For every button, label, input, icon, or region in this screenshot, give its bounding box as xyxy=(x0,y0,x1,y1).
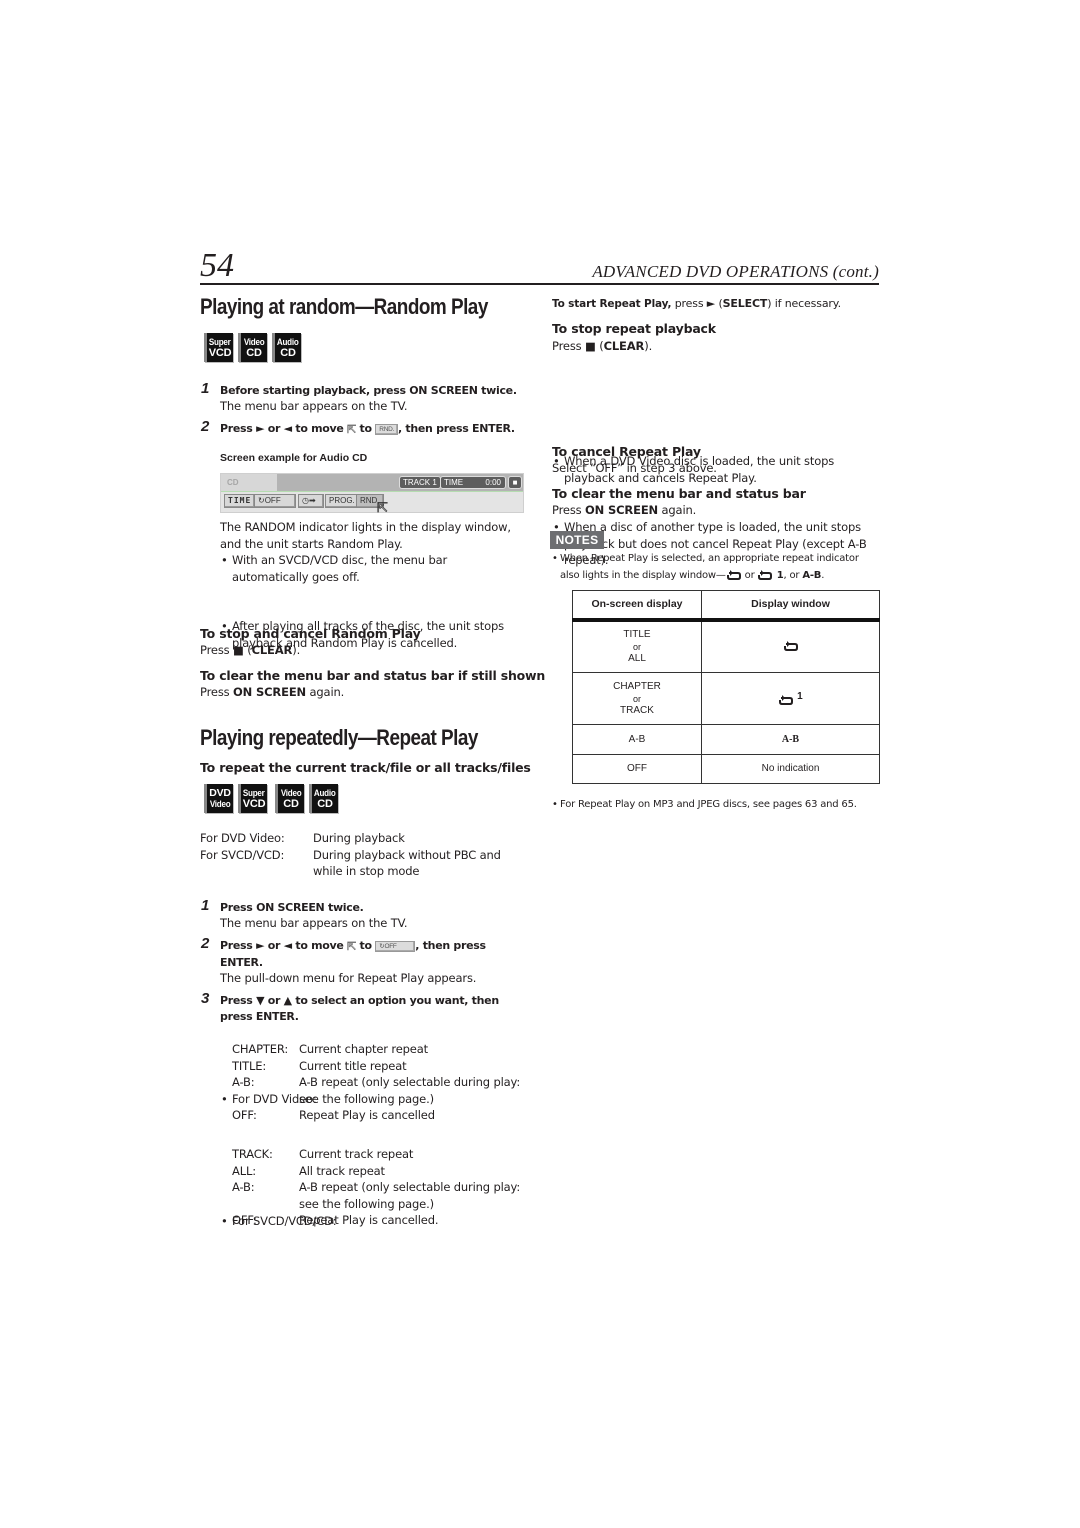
step-instruction: Before starting playback, press ON SCREE… xyxy=(220,384,517,397)
status-bar: CD TRACK 1 TIME 0:00 ■ xyxy=(221,474,523,491)
rnd-button-glyph: RND. xyxy=(375,423,398,435)
note-item: • For Repeat Play on MP3 and JPEG discs, … xyxy=(552,799,857,810)
step-instruction: Press ► or ◄ to move ⇱ to ↻OFF, then pre… xyxy=(220,939,486,953)
table-row: OFF No indication xyxy=(572,754,880,784)
option-row: TRACK: Current track repeat xyxy=(232,1147,414,1161)
step-number: 3 xyxy=(201,990,210,1007)
svcd-disc-icon: Super VCD xyxy=(238,784,267,813)
video-cd-disc-icon: Video CD xyxy=(275,784,304,813)
cursor-icon: ⇱ xyxy=(347,422,357,436)
repeat-icon xyxy=(779,694,794,705)
option-row: ALL: All track repeat xyxy=(232,1163,385,1178)
header-rule xyxy=(200,283,879,285)
dvd-video-disc-icon: DVD Video xyxy=(204,784,233,813)
repeat-subheading: To repeat the current track/file or all … xyxy=(200,760,531,775)
clear-bar-text: Press ON SCREEN again. xyxy=(552,503,697,517)
random-play-title: Playing at random—Random Play xyxy=(200,294,488,319)
step-instruction-cont: press ENTER. xyxy=(220,1010,299,1023)
page-number: 54 xyxy=(200,247,234,284)
program-button[interactable]: PROG. xyxy=(325,494,359,508)
video-cd-disc-icon: Video CD xyxy=(238,333,267,362)
option-row: OFF: Repeat Play is cancelled. xyxy=(232,1213,439,1227)
column-header: Display window xyxy=(701,590,880,622)
audio-cd-disc-icon: Audio CD xyxy=(309,784,338,813)
table-row: A-B A-B xyxy=(572,724,880,755)
option-row: A-B: A-B repeat (only selectable during p… xyxy=(232,1075,521,1106)
repeat-indicator-table: On-screen display Display window TITLE o… xyxy=(572,590,880,784)
screen-example-menu-bar: CD TRACK 1 TIME 0:00 ■ TIME ↻OFF ◷➡ PROG.… xyxy=(220,473,524,516)
time-search-button[interactable]: ◷➡ xyxy=(298,494,324,508)
step-instruction-cont: ENTER. xyxy=(220,956,263,969)
pointer-cursor-icon: ⇱ xyxy=(377,500,389,516)
option-row: CHAPTER: Current chapter repeat xyxy=(232,1042,428,1056)
repeat-play-title: Playing repeatedly—Repeat Play xyxy=(200,725,478,750)
stop-repeat-text: Press ■ (CLEAR). xyxy=(552,339,653,353)
cancel-repeat-heading: To cancel Repeat Play xyxy=(552,444,701,459)
table-header-row: On-screen display Display window xyxy=(572,590,880,622)
step-number: 1 xyxy=(201,897,210,914)
start-repeat-text: To start Repeat Play, press ► (SELECT) i… xyxy=(552,297,841,310)
stop-icon: ■ xyxy=(508,476,522,489)
disc-type-label: CD xyxy=(221,474,277,491)
audio-cd-disc-icon: Audio CD xyxy=(272,333,301,362)
table-row: CHAPTER or TRACK 1 xyxy=(572,672,880,725)
time-button[interactable]: TIME xyxy=(224,494,256,508)
dvd-options-list: CHAPTER: Current chapter repeat TITLE: Cur… xyxy=(232,1041,532,1124)
section-title: ADVANCED DVD OPERATIONS (cont.) xyxy=(592,262,879,281)
step-instruction: Press ► or ◄ to move ⇱ to RND., then pre… xyxy=(220,422,515,436)
option-row: A-B: A-B repeat (only selectable during p… xyxy=(232,1180,521,1211)
stop-random-text: Press ■ (CLEAR). xyxy=(200,643,301,657)
step-result: The menu bar appears on the TV. xyxy=(220,916,408,930)
step-result: The menu bar appears on the TV. xyxy=(220,399,408,413)
screen-caption: Screen example for Audio CD xyxy=(220,452,368,464)
clock-arrow-icon: ◷➡ xyxy=(302,496,316,505)
column-header: On-screen display xyxy=(572,590,702,622)
table-row: TITLE or ALL xyxy=(572,619,880,673)
time-indicator: TIME 0:00 xyxy=(440,476,506,489)
note-item: • When Repeat Play is selected, an approp… xyxy=(552,553,859,581)
random-result-text: The RANDOM indicator lights in the displ… xyxy=(220,520,511,551)
repeat-icon xyxy=(783,641,798,652)
repeat-icon: ↻ xyxy=(258,496,265,505)
condition-row: For SVCD/VCD: During playback without PBC… xyxy=(200,847,501,879)
option-row: TITLE: Current title repeat xyxy=(232,1058,407,1073)
bullet-item: With an SVCD/VCD disc, the menu bar auto… xyxy=(220,552,520,585)
repeat-off-button-glyph: ↻OFF xyxy=(375,940,416,952)
step-number: 2 xyxy=(201,418,210,435)
option-row: OFF: Repeat Play is cancelled xyxy=(232,1108,435,1122)
random-disc-icons: Super VCD Video CD Audio CD xyxy=(204,333,301,362)
stop-random-heading: To stop and cancel Random Play xyxy=(200,626,421,641)
cancel-repeat-text: Select “OFF” in step 3 above. xyxy=(552,461,717,475)
track-indicator: TRACK 1 xyxy=(399,476,441,489)
step-result: The pull-down menu for Repeat Play appea… xyxy=(220,971,477,985)
condition-list: For DVD Video: During playback For SVCD/V… xyxy=(200,830,530,880)
svcd-disc-icon: Super VCD xyxy=(204,333,233,362)
cursor-icon: ⇱ xyxy=(347,939,357,953)
repeat-off-button[interactable]: ↻OFF xyxy=(254,494,296,508)
cd-options-list: TRACK: Current track repeat ALL: All track… xyxy=(232,1146,532,1229)
stop-repeat-heading: To stop repeat playback xyxy=(552,321,716,336)
step-number: 1 xyxy=(201,380,210,397)
repeat-disc-icons: DVD Video Super VCD Video CD Audio CD xyxy=(204,784,338,813)
step-instruction: Press ▼ or ▲ to select an option you wan… xyxy=(220,994,499,1007)
repeat-icon xyxy=(726,570,741,580)
step-number: 2 xyxy=(201,935,210,952)
notes-badge: NOTES xyxy=(550,531,604,549)
clear-menu-heading: To clear the menu bar and status bar if … xyxy=(200,668,546,683)
condition-row: For DVD Video: During playback xyxy=(200,831,405,845)
step-instruction: Press ON SCREEN twice. xyxy=(220,901,364,914)
repeat-icon xyxy=(758,570,773,580)
clear-menu-text: Press ON SCREEN again. xyxy=(200,685,345,699)
clear-bar-heading: To clear the menu bar and status bar xyxy=(552,486,806,501)
